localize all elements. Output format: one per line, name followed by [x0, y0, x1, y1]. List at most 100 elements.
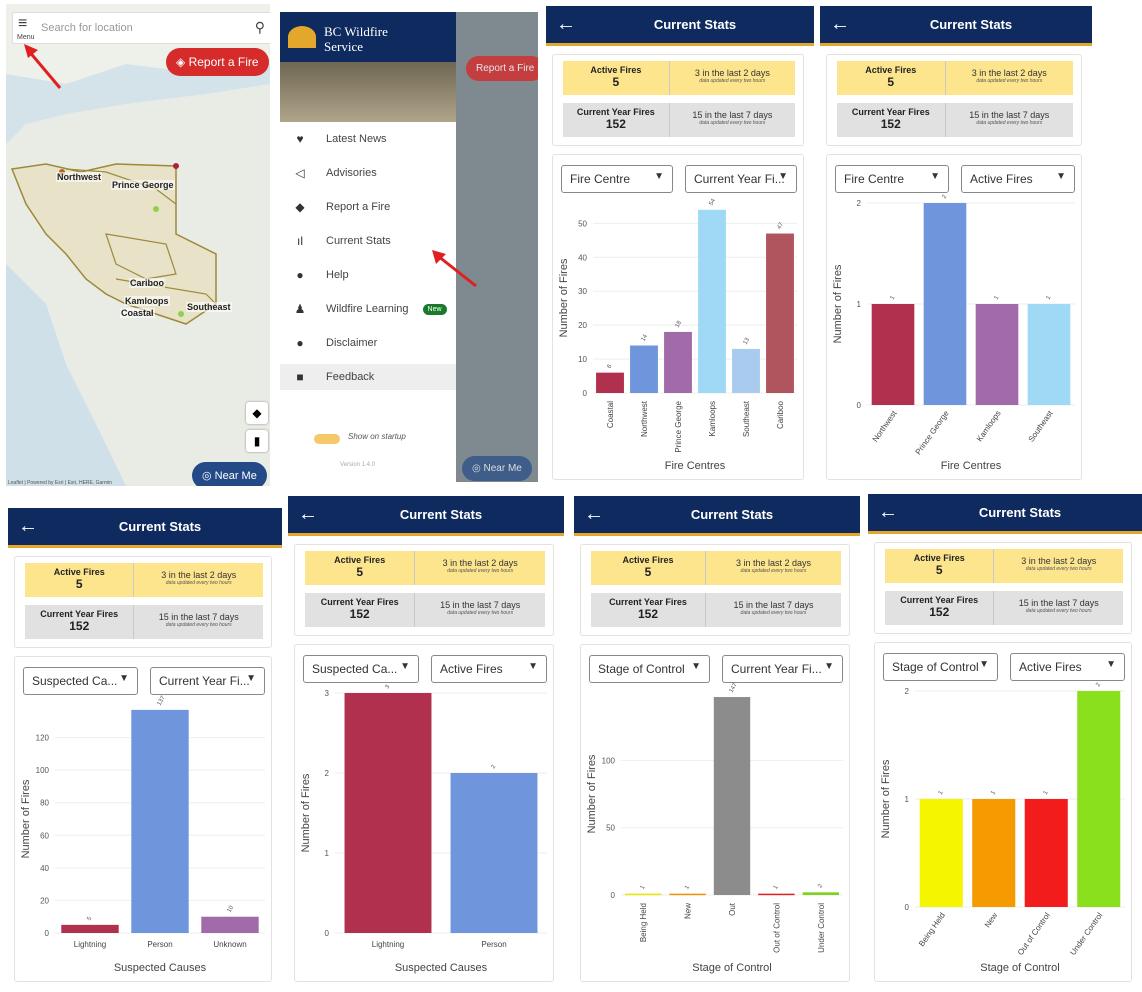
bar[interactable]: [630, 345, 658, 394]
x-tick-label: Northwest: [871, 408, 899, 443]
near-me-button[interactable]: ◎ Near Me: [192, 462, 267, 486]
nav-item-wildfire-learning[interactable]: ♟ Wildfire Learning New: [290, 296, 447, 322]
twitter-icon: ♥: [296, 132, 304, 146]
bar[interactable]: [1077, 691, 1121, 907]
y-tick-label: 2: [857, 199, 862, 208]
bar-chart: 0 20 40 60 80 100 120 Number of Fires 5 Lightning…: [20, 695, 265, 974]
report-fire-label: Report a Fire: [476, 63, 535, 74]
back-arrow-icon[interactable]: ←: [584, 502, 604, 526]
bar[interactable]: [698, 209, 726, 393]
y-tick-label: 20: [578, 321, 587, 330]
nav-item-latest-news[interactable]: ♥ Latest News: [290, 126, 386, 152]
bar[interactable]: [131, 709, 189, 933]
bar[interactable]: [624, 893, 662, 896]
map-attribution: Leaflet | Powered by Esri | Esri, HERE, …: [8, 480, 113, 486]
stat-total: Current Year Fires 152: [305, 593, 416, 627]
search-icon[interactable]: ⚲: [255, 19, 265, 36]
near-me-button[interactable]: ◎ Near Me: [462, 456, 532, 481]
fire-report-icon: ◈: [176, 55, 189, 69]
stat-label: Active Fires: [913, 553, 965, 563]
stat-total: Current Year Fires 152: [25, 605, 135, 639]
bar[interactable]: [669, 893, 706, 896]
bar[interactable]: [1024, 799, 1068, 907]
stat-row: Active Fires 5 3 in the last 2 days data up…: [885, 549, 1123, 583]
y-tick-label: 100: [36, 766, 50, 775]
x-tick-label: Out of Control: [1016, 911, 1052, 957]
bar[interactable]: [713, 697, 751, 895]
stat-value: 152: [349, 607, 370, 621]
page-title: Current Stats: [653, 17, 737, 32]
stat-updated-note: data updated every two hours: [976, 78, 1043, 84]
layers-icon[interactable]: ◆: [246, 402, 268, 424]
nav-item-current-stats[interactable]: ıl Current Stats: [290, 228, 391, 254]
bar[interactable]: [758, 893, 795, 896]
y-axis-label: Number of Fires: [586, 754, 598, 833]
x-tick-label: Kamloops: [975, 409, 1003, 443]
bar[interactable]: [664, 331, 692, 393]
back-arrow-icon[interactable]: ←: [18, 514, 38, 538]
nav-item-report-fire[interactable]: ◆ Report a Fire: [290, 194, 390, 220]
bar[interactable]: [344, 693, 432, 933]
stat-updated-note: data updated every two hours: [1025, 566, 1092, 572]
chart-card: Stage of Control ▼ Current Year Fi... ▼ 0 50 1…: [580, 644, 850, 982]
bar[interactable]: [732, 348, 760, 393]
stat-total: Active Fires 5: [837, 61, 946, 95]
stat-recent-count: 3 in the last 2 days: [442, 558, 518, 568]
stat-recent: 3 in the last 2 days data updated every t…: [706, 551, 841, 585]
bar[interactable]: [596, 372, 624, 393]
bar[interactable]: [802, 892, 840, 895]
data-label: 1: [640, 884, 647, 890]
stat-row: Current Year Fires 152 15 in the last 7 da…: [305, 593, 545, 627]
back-arrow-icon[interactable]: ←: [830, 12, 850, 36]
stat-label: Active Fires: [590, 65, 642, 75]
bar-chart-icon: ıl: [297, 234, 303, 248]
x-tick-label: Cariboo: [776, 400, 785, 429]
report-fire-button[interactable]: Report a Fire: [466, 56, 538, 81]
report-fire-button[interactable]: ◈ Report a Fire: [166, 48, 269, 76]
stat-updated-note: data updated every two hours: [447, 568, 514, 574]
bar[interactable]: [975, 304, 1019, 405]
chart-card: Suspected Ca... ▼ Active Fires ▼ 0 1 2 3 Number …: [294, 644, 554, 982]
bar[interactable]: [1027, 304, 1071, 405]
startup-toggle[interactable]: [314, 434, 340, 444]
stat-label: Current Year Fires: [609, 597, 687, 607]
x-tick-label: Being Held: [639, 903, 648, 942]
x-tick-label: Under Control: [1068, 911, 1104, 957]
bar[interactable]: [766, 233, 794, 393]
bar[interactable]: [450, 773, 538, 933]
bar[interactable]: [201, 916, 259, 933]
stat-label: Active Fires: [865, 65, 917, 75]
bar[interactable]: [871, 304, 915, 405]
bar[interactable]: [919, 799, 963, 907]
nav-item-advisories[interactable]: ◁ Advisories: [290, 160, 376, 186]
map-legend-icon[interactable]: ▮: [246, 430, 268, 452]
stat-total: Active Fires 5: [885, 549, 995, 583]
data-label: 1: [684, 884, 691, 890]
nav-item-disclaimer[interactable]: ● Disclaimer: [290, 330, 377, 356]
back-arrow-icon[interactable]: ←: [878, 500, 898, 524]
x-tick-label: Kamloops: [708, 401, 717, 437]
nav-item-feedback[interactable]: ■ Feedback: [280, 364, 456, 390]
stat-recent-count: 15 in the last 7 days: [158, 612, 239, 622]
bar[interactable]: [972, 799, 1016, 907]
bar[interactable]: [61, 924, 119, 933]
x-tick-label: Southeast: [742, 400, 751, 437]
y-tick-label: 40: [578, 253, 587, 262]
menu-icon[interactable]: ≡: [18, 15, 27, 33]
data-label: 47: [777, 221, 786, 230]
bar[interactable]: [923, 203, 967, 405]
data-label: 13: [743, 337, 752, 346]
stats-screen: ← Current Stats Active Fires 5 3 in the last…: [574, 496, 860, 986]
x-axis-label: Suspected Causes: [114, 962, 207, 974]
back-arrow-icon[interactable]: ←: [298, 502, 318, 526]
search-input[interactable]: Search for location: [41, 22, 133, 34]
data-label: 1: [890, 295, 897, 301]
back-arrow-icon[interactable]: ←: [556, 12, 576, 36]
x-tick-label: New: [983, 911, 1000, 929]
nav-item-help[interactable]: ● Help: [290, 262, 348, 288]
y-tick-label: 0: [583, 389, 588, 398]
data-label: 2: [1095, 682, 1102, 688]
x-axis-label: Fire Centres: [665, 460, 726, 472]
stat-recent: 15 in the last 7 days data updated every …: [946, 103, 1073, 137]
page-title: Current Stats: [929, 17, 1013, 32]
